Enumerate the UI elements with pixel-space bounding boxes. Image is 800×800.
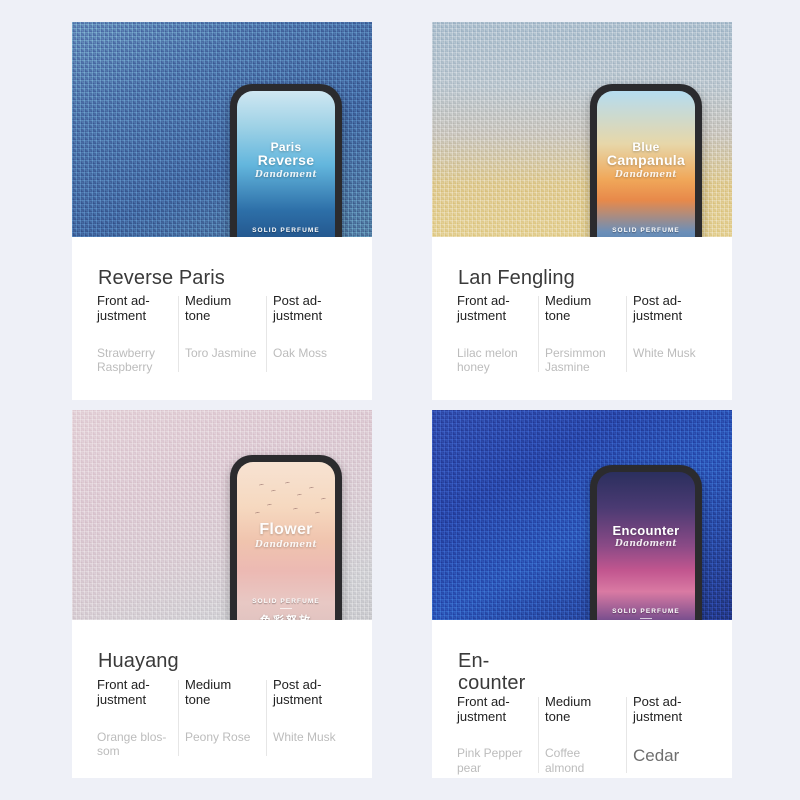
product-case-face: Encounter Dandoment SOLID PERFUME 色彩怒放 xyxy=(597,472,695,620)
note-value: White Musk xyxy=(633,345,696,360)
page-title: En-counter xyxy=(458,650,526,695)
note-value: Lilac melon honey xyxy=(457,345,518,374)
product-case: Flower Dandoment SOLID PERFUME 色彩怒放 xyxy=(230,455,342,620)
note-header: Medium tone xyxy=(545,293,592,323)
product-card-lan-fengling[interactable]: Blue Campanula Dandoment SOLID PERFUME 色… xyxy=(432,22,732,400)
note-value: Oak Moss xyxy=(273,345,328,360)
product-name-line1: Flower xyxy=(259,521,313,538)
note-post: Post ad-justment Oak Moss xyxy=(266,293,354,374)
note-post: Post ad-justment Cedar xyxy=(626,693,714,775)
product-case: Blue Campanula Dandoment SOLID PERFUME 色… xyxy=(590,84,702,237)
product-case: Encounter Dandoment SOLID PERFUME 色彩怒放 xyxy=(590,465,702,620)
product-footer: SOLID PERFUME 色彩怒放 xyxy=(237,598,335,620)
fragrance-notes: Front ad-justment Orange blos-som Medium… xyxy=(72,677,372,778)
note-header: Front ad-justment xyxy=(457,293,510,323)
product-case-face: Blue Campanula Dandoment SOLID PERFUME 色… xyxy=(597,91,695,237)
product-photo: Encounter Dandoment SOLID PERFUME 色彩怒放 xyxy=(432,410,732,620)
product-photo: Paris Reverse Dandoment SOLID PERFUME 色彩… xyxy=(72,22,372,237)
card-body: Huayang Front ad-justment Orange blos-so… xyxy=(72,620,372,778)
card-body: Lan Fengling Front ad-justment Lilac mel… xyxy=(432,237,732,400)
note-header: Post ad-justment xyxy=(273,293,323,323)
note-front: Front ad-justment Pink Pepper pear xyxy=(450,693,538,775)
note-medium: Medium tone Peony Rose xyxy=(178,677,266,758)
note-value: Coffee almond xyxy=(545,746,585,775)
note-front: Front ad-justment Orange blos-som xyxy=(90,677,178,758)
divider-dash xyxy=(280,608,292,609)
note-value: Pink Pepper pear xyxy=(457,746,523,775)
card-body: En-counter Front ad-justment Pink Pepper… xyxy=(432,620,732,778)
product-card-reverse-paris[interactable]: Paris Reverse Dandoment SOLID PERFUME 色彩… xyxy=(72,22,372,400)
product-card-huayang[interactable]: Flower Dandoment SOLID PERFUME 色彩怒放 Huay… xyxy=(72,410,372,778)
note-front: Front ad-justment Strawberry Raspberry xyxy=(90,293,178,374)
solid-perfume-label: SOLID PERFUME xyxy=(252,598,320,605)
fragrance-notes: Front ad-justment Strawberry Raspberry M… xyxy=(72,293,372,400)
product-name-line2: Reverse xyxy=(257,152,315,169)
product-photo: Flower Dandoment SOLID PERFUME 色彩怒放 xyxy=(72,410,372,620)
note-header: Post ad-justment xyxy=(633,293,683,323)
solid-perfume-label: SOLID PERFUME xyxy=(612,608,680,615)
birds-decoration xyxy=(237,478,335,524)
note-value: Strawberry Raspberry xyxy=(97,345,156,374)
page-title: Reverse Paris xyxy=(98,267,225,289)
page-title: Huayang xyxy=(98,650,179,672)
product-name-line1: Encounter xyxy=(612,523,680,538)
solid-perfume-label: SOLID PERFUME xyxy=(612,227,680,234)
product-brand-name: Blue Campanula Dandoment xyxy=(607,141,685,180)
product-footer: SOLID PERFUME 色彩怒放 xyxy=(597,227,695,237)
product-footer: SOLID PERFUME 色彩怒放 xyxy=(597,608,695,620)
product-brand-name: Flower Dandoment xyxy=(254,521,318,551)
product-script-logo: Dandoment xyxy=(614,169,677,180)
product-footer: SOLID PERFUME 色彩怒放 xyxy=(237,227,335,237)
note-header: Post ad-justment xyxy=(273,677,323,707)
fragrance-notes: Front ad-justment Lilac melon honey Medi… xyxy=(432,293,732,400)
note-header: Medium tone xyxy=(185,293,232,323)
solid-perfume-label: SOLID PERFUME xyxy=(252,227,320,234)
product-script-logo: Dandoment xyxy=(254,540,318,551)
product-script-logo: Dandoment xyxy=(254,169,318,180)
card-body: Reverse Paris Front ad-justment Strawber… xyxy=(72,237,372,400)
chinese-label: 色彩怒放 xyxy=(237,612,335,620)
product-grid: Paris Reverse Dandoment SOLID PERFUME 色彩… xyxy=(0,0,800,800)
note-value: Cedar xyxy=(633,746,680,766)
note-value: Orange blos-som xyxy=(97,729,167,758)
product-brand-name: Paris Reverse Dandoment xyxy=(255,141,317,180)
note-value: Peony Rose xyxy=(185,729,251,744)
note-medium: Medium tone Coffee almond xyxy=(538,693,626,775)
note-front: Front ad-justment Lilac melon honey xyxy=(450,293,538,374)
note-value: Toro Jasmine xyxy=(185,345,257,360)
product-case: Paris Reverse Dandoment SOLID PERFUME 色彩… xyxy=(230,84,342,237)
divider-dash xyxy=(640,618,652,619)
product-card-encounter[interactable]: Encounter Dandoment SOLID PERFUME 色彩怒放 E… xyxy=(432,410,732,778)
page-title: Lan Fengling xyxy=(458,267,575,289)
product-script-logo: Dandoment xyxy=(614,539,677,550)
note-medium: Medium tone Toro Jasmine xyxy=(178,293,266,374)
product-photo: Blue Campanula Dandoment SOLID PERFUME 色… xyxy=(432,22,732,237)
note-header: Front ad-justment xyxy=(97,293,150,323)
fragrance-notes: Front ad-justment Pink Pepper pear Mediu… xyxy=(432,693,732,778)
product-name-line2: Campanula xyxy=(606,152,686,169)
note-header: Medium tone xyxy=(185,677,232,707)
note-post: Post ad-justment White Musk xyxy=(266,677,354,758)
note-value: Persimmon Jasmine xyxy=(545,345,606,374)
product-case-face: Paris Reverse Dandoment SOLID PERFUME 色彩… xyxy=(237,91,335,237)
note-header: Front ad-justment xyxy=(97,677,150,707)
product-brand-name: Encounter Dandoment xyxy=(613,524,680,549)
note-header: Medium tone xyxy=(545,693,592,724)
product-case-face: Flower Dandoment SOLID PERFUME 色彩怒放 xyxy=(237,462,335,620)
note-medium: Medium tone Persimmon Jasmine xyxy=(538,293,626,374)
note-header: Front ad-justment xyxy=(457,693,510,724)
note-value: White Musk xyxy=(273,729,336,744)
note-post: Post ad-justment White Musk xyxy=(626,293,714,374)
note-header: Post ad-justment xyxy=(633,693,683,724)
